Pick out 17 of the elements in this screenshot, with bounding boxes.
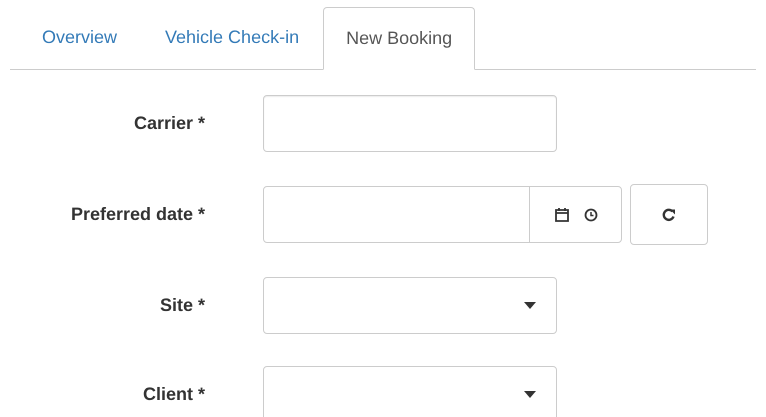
tab[interactable]: New Booking (323, 7, 476, 70)
calendar-icon (554, 206, 570, 222)
refresh-button[interactable] (630, 184, 708, 245)
date-field[interactable] (263, 186, 622, 243)
field-label: Client * (142, 384, 205, 404)
field-label: Preferred date * (70, 204, 205, 224)
caret-icon (524, 391, 536, 398)
carrier-field[interactable] (263, 95, 557, 152)
tab[interactable]: Vehicle Check-in (141, 6, 324, 69)
field-label: Carrier * (134, 113, 205, 133)
tab[interactable]: Overview (18, 6, 142, 69)
caret-icon (524, 302, 536, 309)
refresh-icon (661, 206, 677, 222)
select-field[interactable] (263, 366, 557, 417)
select-field[interactable] (263, 277, 557, 334)
clock-icon (584, 208, 598, 222)
field-label: Site * (160, 295, 205, 315)
